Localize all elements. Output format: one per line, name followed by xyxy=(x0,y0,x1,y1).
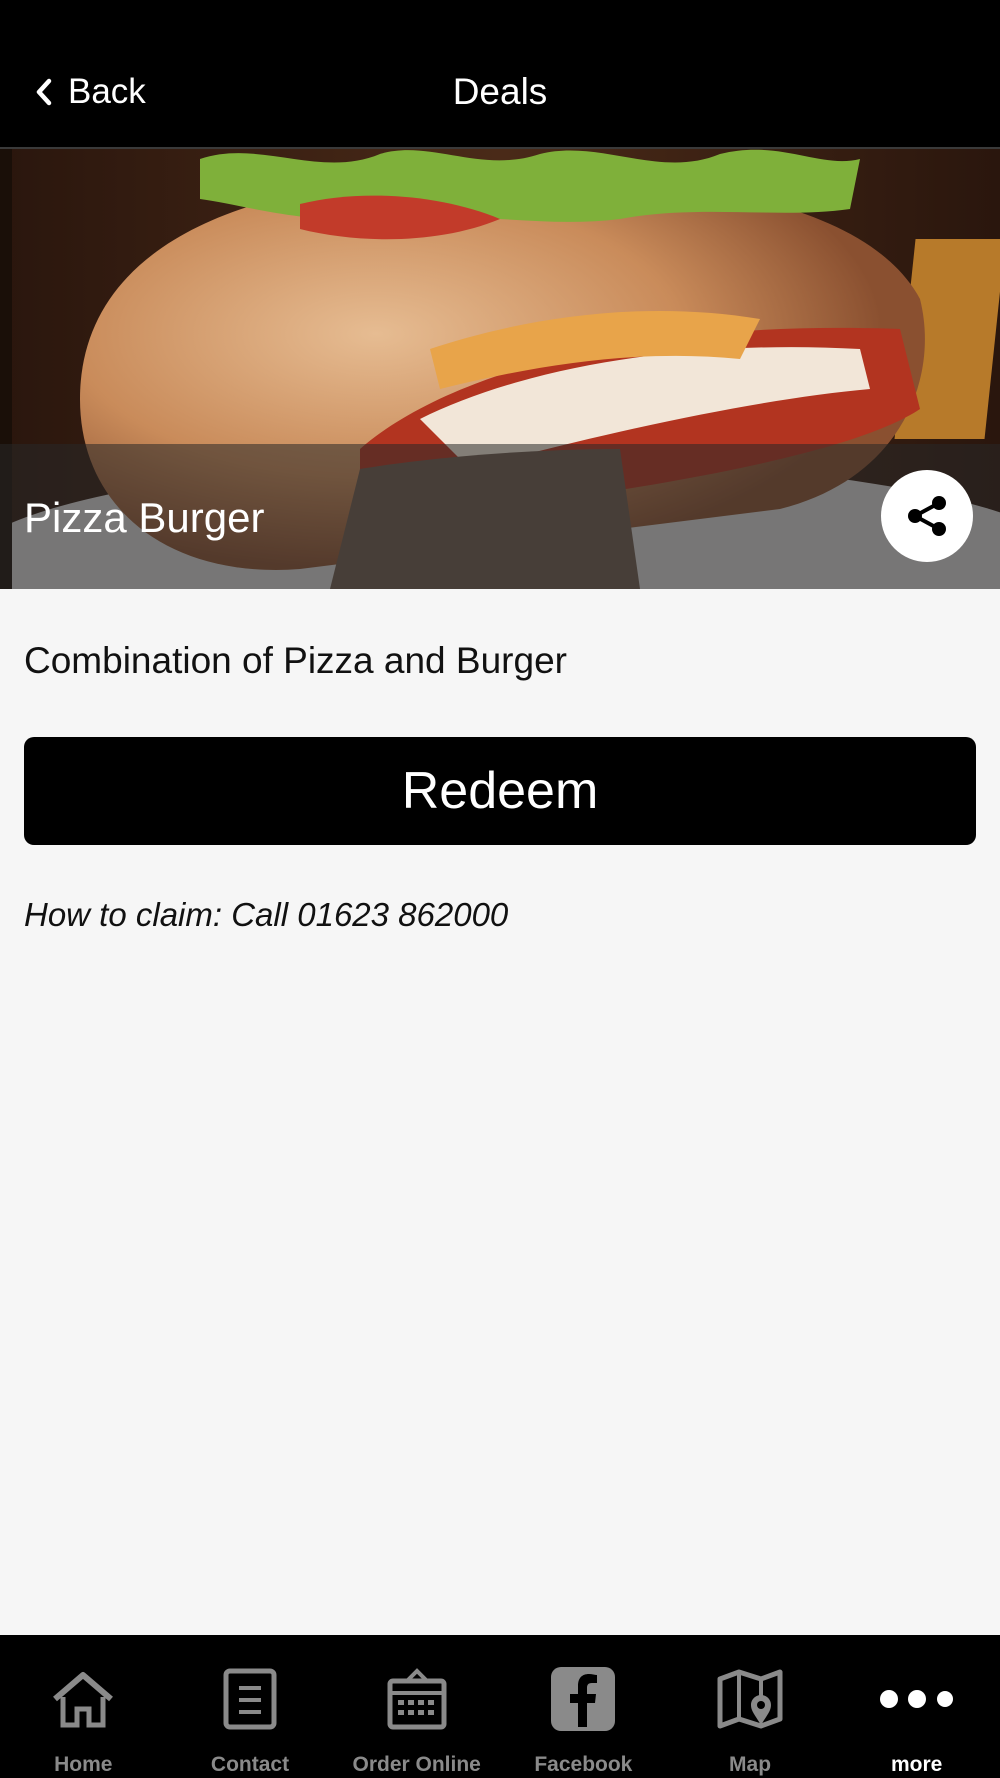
tab-label: Contact xyxy=(210,1753,290,1776)
tab-map[interactable]: Map xyxy=(667,1635,834,1778)
tab-label: more xyxy=(891,1753,943,1776)
tab-more[interactable]: more xyxy=(833,1635,1000,1778)
order-online-icon xyxy=(387,1668,447,1730)
tab-contact[interactable]: Contact xyxy=(167,1635,334,1778)
share-button[interactable] xyxy=(881,470,973,562)
page-title: Deals xyxy=(452,71,548,112)
tab-label: Home xyxy=(54,1753,113,1776)
deal-title: Pizza Burger xyxy=(24,494,265,541)
tab-label: Facebook xyxy=(534,1753,633,1776)
contact-icon xyxy=(223,1668,277,1730)
home-icon xyxy=(53,1672,114,1728)
tab-label: Order Online xyxy=(352,1753,481,1776)
navigation-bar: Back Deals xyxy=(0,0,1000,149)
tab-bar: Home Contact Order Online Facebook Map m… xyxy=(0,1635,1000,1778)
deal-description: Combination of Pizza and Burger xyxy=(24,640,567,681)
tab-home[interactable]: Home xyxy=(0,1635,167,1778)
claim-instructions: How to claim: Call 01623 862000 xyxy=(24,896,509,933)
tab-order-online[interactable]: Order Online xyxy=(333,1635,500,1778)
facebook-icon xyxy=(551,1667,616,1731)
deal-image: Pizza Burger xyxy=(0,149,1000,589)
more-icon xyxy=(879,1690,953,1708)
map-icon xyxy=(717,1669,783,1729)
tab-label: Map xyxy=(729,1753,772,1776)
share-icon xyxy=(908,496,946,536)
redeem-button[interactable]: Redeem xyxy=(24,737,976,845)
tab-facebook[interactable]: Facebook xyxy=(500,1635,667,1778)
